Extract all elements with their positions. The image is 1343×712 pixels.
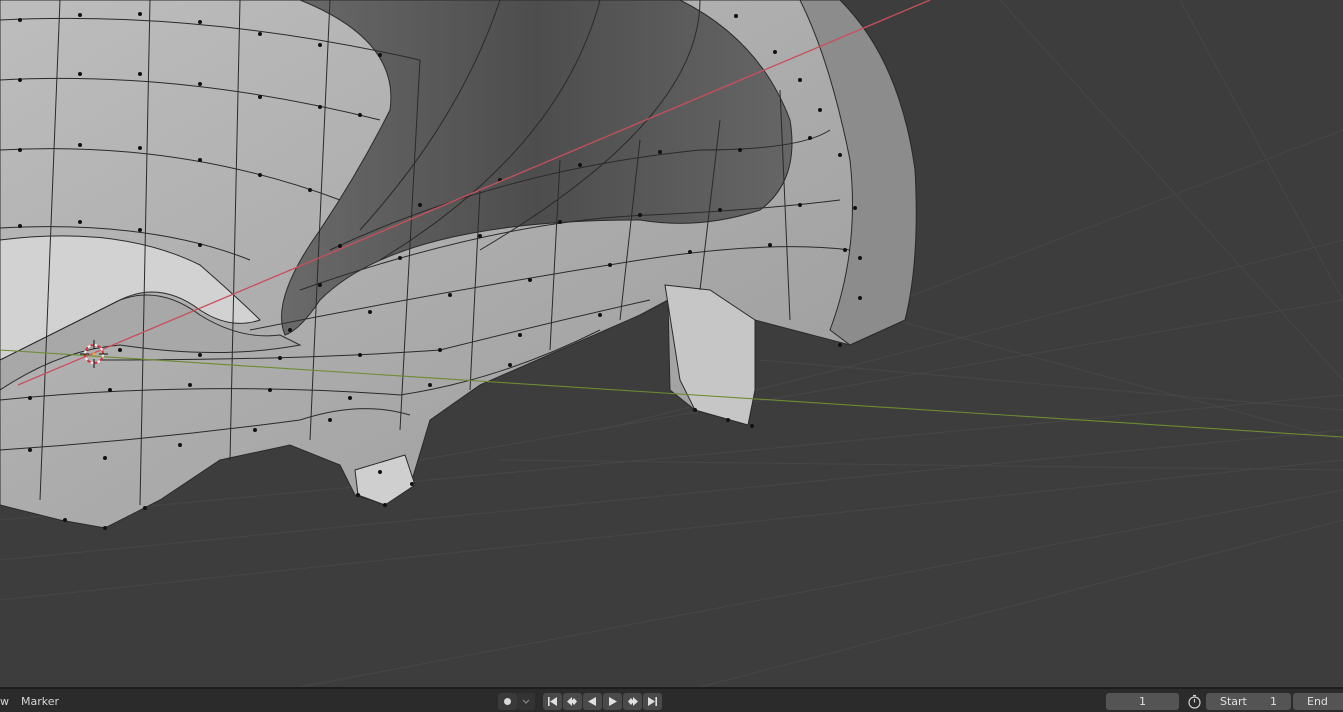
- end-frame-field[interactable]: End: [1293, 693, 1343, 710]
- keyframe-dot-icon: [504, 698, 511, 705]
- start-value: 1: [1270, 695, 1277, 708]
- chevron-down-icon: [522, 699, 530, 704]
- next-keyframe-icon: [628, 697, 638, 706]
- current-frame-value: 1: [1139, 695, 1146, 708]
- start-label: Start: [1220, 695, 1247, 708]
- prev-keyframe-button[interactable]: [563, 693, 582, 710]
- current-frame-field[interactable]: 1: [1106, 693, 1179, 710]
- 3d-viewport[interactable]: [0, 0, 1343, 687]
- end-label: End: [1307, 695, 1328, 708]
- keyframe-button[interactable]: [498, 693, 517, 710]
- marker-menu[interactable]: Marker: [21, 695, 59, 708]
- timeline-header: w Marker 1 Start 1 End: [0, 687, 1343, 712]
- play-reverse-icon: [588, 697, 596, 706]
- play-button[interactable]: [603, 693, 622, 710]
- keyframe-dropdown[interactable]: [517, 693, 535, 710]
- start-frame-field[interactable]: Start 1: [1206, 693, 1291, 710]
- next-keyframe-button[interactable]: [623, 693, 642, 710]
- jump-to-end-button[interactable]: [643, 693, 662, 710]
- mesh-object[interactable]: [0, 0, 917, 530]
- jump-to-start-icon: [548, 697, 557, 706]
- stopwatch-icon[interactable]: [1187, 694, 1202, 712]
- view-menu[interactable]: w: [0, 695, 9, 708]
- prev-keyframe-icon: [567, 697, 577, 706]
- play-reverse-button[interactable]: [583, 693, 602, 710]
- jump-to-end-icon: [648, 697, 657, 706]
- play-icon: [609, 697, 617, 706]
- jump-to-start-button[interactable]: [543, 693, 562, 710]
